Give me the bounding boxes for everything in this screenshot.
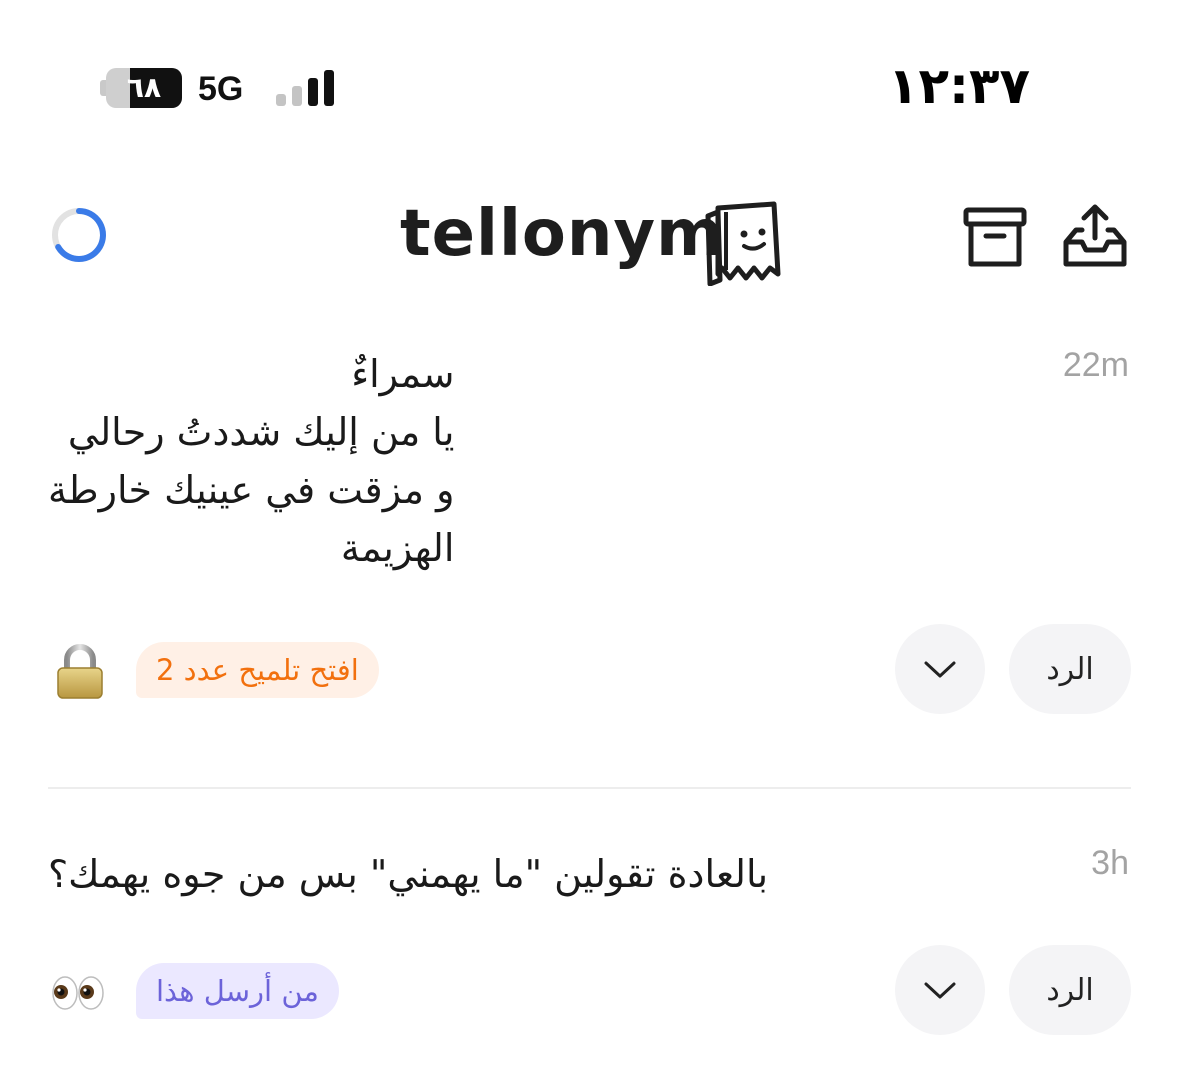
app-header: tellonym: [0, 180, 1179, 300]
loading-spinner-icon: [52, 208, 106, 262]
archive-box-icon[interactable]: [960, 202, 1030, 272]
lock-icon[interactable]: [52, 644, 108, 700]
signal-strength-icon: [276, 70, 340, 106]
chevron-down-icon: [924, 982, 956, 999]
signal-bar: [324, 70, 334, 106]
status-bar: ٦٨ 5G ١٢:٣٧: [0, 0, 1179, 150]
battery-level: ٦٨: [126, 71, 162, 104]
message-actions: من أرسل هذا الرد: [48, 945, 1131, 1037]
status-time: ١٢:٣٧: [887, 57, 1030, 115]
divider: [48, 787, 1131, 789]
who-sent-this-button[interactable]: من أرسل هذا: [136, 963, 339, 1019]
message-text: بالعادة تقولين "ما يهمني" بس من جوه يهمك…: [48, 852, 769, 896]
reply-button[interactable]: الرد: [1009, 945, 1131, 1035]
more-options-button[interactable]: [895, 945, 985, 1035]
message-time: 22m: [1062, 346, 1129, 384]
network-type: 5G: [198, 70, 244, 108]
signal-bar: [308, 78, 318, 106]
battery-indicator: ٦٨: [100, 68, 184, 108]
tell-card: 22m سمراءٌ يا من إليك شددتُ رحالي و مزقت…: [48, 345, 1131, 725]
logo-wordmark: tellonym: [400, 197, 724, 271]
inbox-upload-icon[interactable]: [1060, 202, 1130, 272]
tell-card: 3h بالعادة تقولين "ما يهمني" بس من جوه ي…: [48, 843, 1131, 1043]
tellonym-mascot-icon: [705, 201, 781, 286]
signal-bar: [276, 94, 286, 106]
chevron-down-icon: [924, 661, 956, 678]
eyes-icon[interactable]: [50, 965, 106, 1021]
message-actions: افتح تلميح عدد 2 الرد: [48, 624, 1131, 716]
reply-button[interactable]: الرد: [1009, 624, 1131, 714]
message-time: 3h: [1091, 844, 1129, 882]
more-options-button[interactable]: [895, 624, 985, 714]
unlock-hint-button[interactable]: افتح تلميح عدد 2: [136, 642, 379, 698]
message-text: سمراءٌ يا من إليك شددتُ رحالي و مزقت في …: [48, 352, 455, 570]
app-logo: tellonym: [400, 196, 800, 286]
signal-bar: [292, 86, 302, 106]
